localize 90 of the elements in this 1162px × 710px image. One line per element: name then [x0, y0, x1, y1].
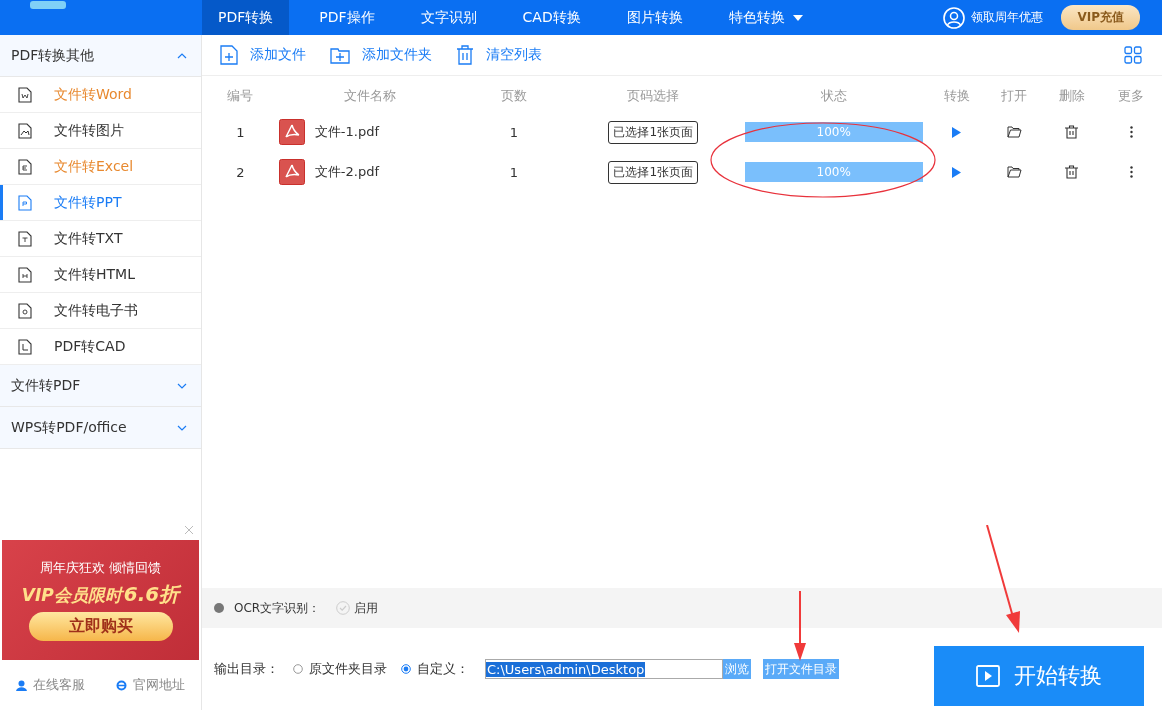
open-folder-button[interactable]: 打开文件目录 [763, 659, 839, 679]
nav-tab[interactable]: 特色转换 [712, 0, 819, 35]
nav-tab[interactable]: 图片转换 [610, 0, 699, 35]
page-count: 1 [508, 124, 520, 140]
promo-link[interactable]: 领取周年优惠 [971, 9, 1044, 26]
column-header: 转换 [942, 87, 971, 105]
radio-button[interactable] [293, 664, 303, 674]
radio-label: 原文件夹目录 [309, 660, 387, 678]
add-file-icon [220, 45, 238, 65]
document-icon [18, 302, 32, 319]
document-icon [18, 194, 32, 211]
trash-icon[interactable] [1065, 125, 1079, 139]
annotation-arrow [793, 591, 807, 661]
trash-icon [456, 45, 474, 65]
row-number: 2 [235, 164, 246, 180]
file-name: 文件-1.pdf [314, 123, 379, 141]
sidebar-group-header[interactable]: PDF转换其他 [0, 35, 201, 77]
toolbar-button[interactable]: 添加文件 [220, 45, 306, 65]
column-header: 页数 [500, 87, 528, 105]
row-number: 1 [235, 124, 246, 140]
browse-button[interactable]: 浏览 [723, 659, 751, 679]
start-convert-button[interactable]: 开始转换 [934, 646, 1144, 706]
play-icon[interactable] [952, 166, 962, 178]
toolbar-button[interactable]: 添加文件夹 [330, 46, 432, 64]
checkbox-label: 启用 [354, 599, 379, 617]
grid-view-icon[interactable] [1124, 46, 1142, 64]
sidebar-item[interactable]: 文件转电子书 [0, 293, 201, 329]
sidebar-group-header[interactable]: WPS转PDF/office [0, 407, 201, 449]
ad-discount: 6.6折 [123, 581, 180, 608]
column-header: 文件名称 [343, 87, 397, 105]
folder-icon[interactable] [1006, 126, 1022, 138]
ocr-checkbox[interactable] [336, 601, 351, 615]
page-count: 1 [508, 164, 520, 180]
sidebar-group-header[interactable]: 文件转PDF [0, 365, 201, 407]
add-folder-icon [330, 46, 350, 64]
document-icon [18, 266, 32, 283]
sidebar-item[interactable]: 文件转Excel [0, 149, 201, 185]
column-header: 编号 [226, 87, 255, 105]
file-name: 文件-2.pdf [314, 163, 379, 181]
sidebar-item[interactable]: 文件转PPT [0, 185, 201, 221]
sidebar-item[interactable]: 文件转图片 [0, 113, 201, 149]
document-icon [18, 338, 32, 355]
play-icon[interactable] [952, 126, 962, 138]
ad-headline: 周年庆狂欢 倾情回馈 [39, 559, 162, 577]
column-header: 更多 [1117, 87, 1146, 105]
document-icon [18, 86, 32, 103]
column-header: 页码选择 [626, 87, 681, 105]
radio-label: 自定义： [417, 660, 469, 678]
ocr-label: OCR文字识别： [234, 599, 321, 617]
nav-tab[interactable]: PDF转换 [202, 0, 290, 35]
document-icon [18, 230, 32, 247]
ad-banner[interactable]: 周年庆狂欢 倾情回馈 VIP会员限时6.6折 立即购买 [2, 540, 199, 660]
column-header: 打开 [1000, 87, 1029, 105]
page-select-button[interactable]: 已选择1张页面 [608, 160, 698, 184]
browser-icon [116, 679, 128, 691]
radio-button[interactable] [401, 664, 411, 674]
sidebar-item[interactable]: 文件转TXT [0, 221, 201, 257]
column-header: 状态 [819, 87, 848, 105]
document-icon [18, 158, 32, 175]
more-icon[interactable] [1129, 166, 1133, 178]
person-icon [15, 679, 27, 691]
sidebar-item[interactable]: 文件转Word [0, 77, 201, 113]
help-icon [214, 603, 224, 613]
more-icon[interactable] [1129, 126, 1133, 138]
chevron-icon [177, 382, 187, 389]
chevron-icon [177, 52, 187, 59]
nav-tab[interactable]: 文字识别 [404, 0, 493, 35]
pdf-file-icon [278, 119, 305, 145]
progress-bar: 100% [744, 122, 923, 142]
output-label: 输出目录： [214, 660, 279, 678]
nav-tab[interactable]: CAD转换 [506, 0, 597, 35]
vip-button[interactable]: VIP充值 [1061, 5, 1140, 30]
sidebar-item[interactable]: 文件转HTML [0, 257, 201, 293]
page-select-button[interactable]: 已选择1张页面 [608, 120, 698, 144]
service-link[interactable]: 在线客服 [32, 676, 85, 694]
chevron-icon [177, 424, 187, 431]
play-icon [976, 665, 1000, 687]
toolbar-button[interactable]: 清空列表 [456, 45, 542, 65]
user-icon [943, 6, 966, 29]
column-header: 删除 [1057, 87, 1086, 105]
trash-icon[interactable] [1065, 165, 1079, 179]
nav-tab[interactable]: PDF操作 [303, 0, 391, 35]
path-field[interactable]: C:\Users\admin\Desktop [485, 659, 723, 679]
pdf-file-icon [278, 159, 305, 185]
logo-icon [30, 0, 66, 11]
progress-bar: 100% [744, 162, 923, 182]
folder-icon[interactable] [1006, 166, 1022, 178]
document-icon [18, 122, 32, 139]
website-link[interactable]: 官网地址 [133, 676, 186, 694]
buy-button[interactable]: 立即购买 [28, 612, 173, 641]
